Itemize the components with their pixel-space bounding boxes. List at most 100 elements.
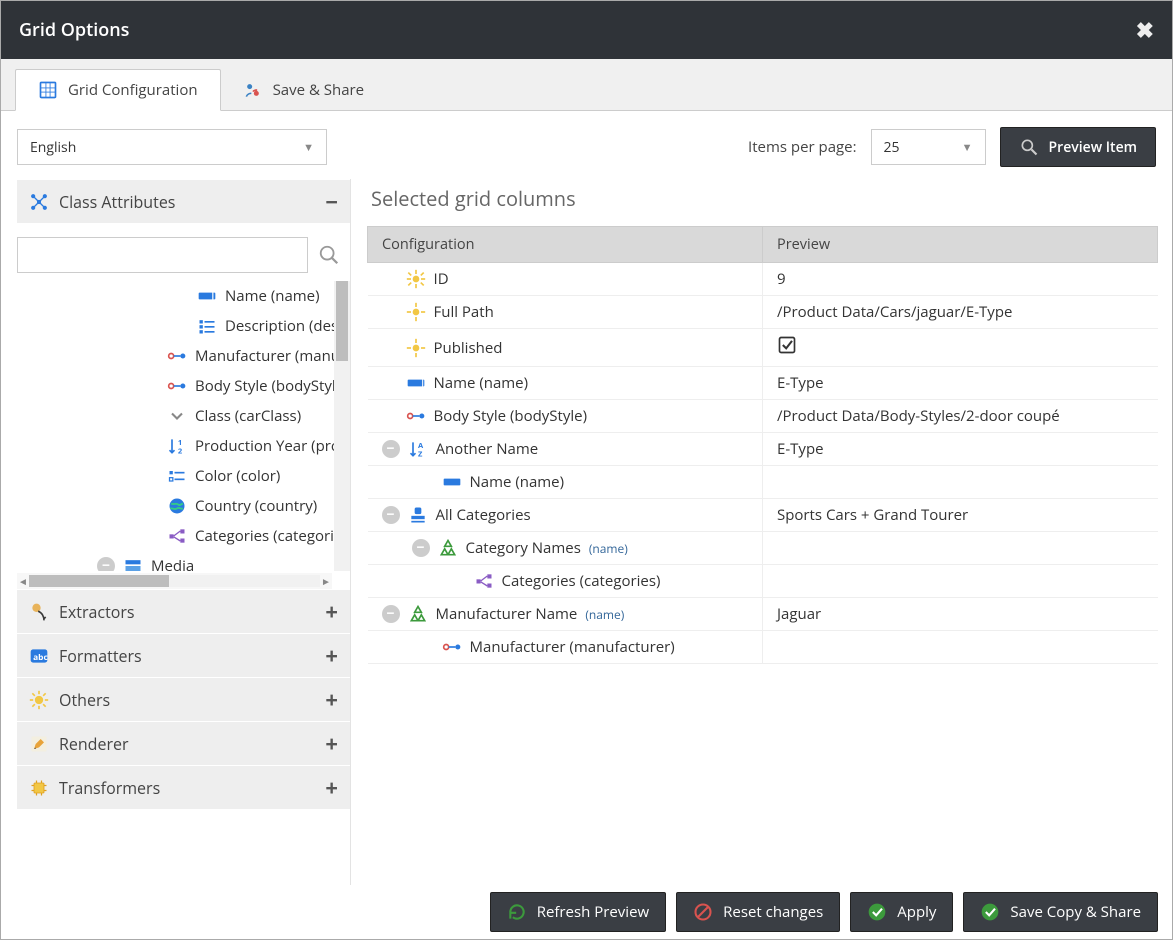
collapse-icon[interactable]: − (382, 605, 400, 623)
tree-vertical-scrollbar[interactable] (334, 281, 350, 571)
apply-button[interactable]: Apply (850, 892, 953, 932)
tree-item-productionyear[interactable]: 12 Production Year (productionYear) (17, 431, 334, 461)
chevron-down-icon: ▼ (962, 140, 973, 155)
tree-item-bodystyle[interactable]: Body Style (bodyStyle) (17, 371, 334, 401)
row-categorynames[interactable]: −Category Names (name) (368, 532, 1158, 565)
row-categories[interactable]: Categories (categories) (368, 565, 1158, 598)
formatter-icon: abc (29, 646, 49, 666)
reset-changes-button[interactable]: Reset changes (676, 892, 840, 932)
tree-item-country[interactable]: Country (country) (17, 491, 334, 521)
button-label: Reset changes (723, 902, 823, 922)
collapse-icon[interactable]: − (382, 440, 400, 458)
col-configuration[interactable]: Configuration (368, 227, 763, 263)
collapse-icon[interactable]: − (97, 557, 115, 571)
items-per-page-label: Items per page: (748, 137, 857, 157)
collapse-icon[interactable]: − (382, 506, 400, 524)
accordion-label: Formatters (59, 645, 142, 667)
gear-icon (406, 269, 426, 289)
svg-text:abc: abc (33, 652, 48, 663)
button-label: Refresh Preview (537, 902, 649, 922)
dialog-footer: Refresh Preview Reset changes Apply Save… (1, 885, 1172, 939)
save-copy-share-button[interactable]: Save Copy & Share (963, 892, 1158, 932)
dialog-window: Grid Options ✖ Grid Configuration Save &… (0, 0, 1173, 940)
forbidden-icon (693, 902, 713, 922)
input-icon (442, 472, 462, 492)
row-namename[interactable]: Name (name) (368, 466, 1158, 499)
accordion-others[interactable]: Others + (17, 677, 350, 721)
items-per-page-select[interactable]: 25 ▼ (871, 129, 986, 165)
share-icon (243, 80, 263, 100)
search-icon (1019, 137, 1039, 157)
globe-icon (167, 496, 187, 516)
accordion-extractors[interactable]: Extractors + (17, 589, 350, 633)
tab-label: Grid Configuration (68, 80, 198, 100)
svg-text:Z: Z (418, 450, 423, 460)
row-manufacturer[interactable]: Manufacturer (manufacturer) (368, 631, 1158, 664)
tree-item-name[interactable]: Name (name) (17, 281, 334, 311)
dialog-header: Grid Options ✖ (1, 1, 1172, 59)
tree-label: Manufacturer (manufacturer) (195, 346, 334, 366)
row-anothername[interactable]: −AZAnother Name E-Type (368, 433, 1158, 466)
row-fullpath[interactable]: Full Path /Product Data/Cars/jaguar/E-Ty… (368, 296, 1158, 329)
plus-icon: + (325, 641, 338, 671)
tree-item-media[interactable]: − Media (17, 551, 334, 571)
dialog-title: Grid Options (19, 18, 129, 42)
selected-columns-title: Selected grid columns (367, 179, 1158, 226)
tree-horizontal-scrollbar[interactable]: ◄► (17, 573, 332, 589)
recycle-icon (438, 538, 458, 558)
tree-item-carclass[interactable]: Class (carClass) (17, 401, 334, 431)
tree-label: Production Year (productionYear) (195, 436, 334, 456)
tree-item-color[interactable]: Color (color) (17, 461, 334, 491)
body-area: Class Attributes − Name (name) Descripti… (1, 179, 1172, 885)
stamp-icon (408, 505, 428, 525)
top-controls: English ▼ Items per page: 25 ▼ Preview I… (1, 111, 1172, 179)
row-manufacturername[interactable]: −Manufacturer Name (name) Jaguar (368, 598, 1158, 631)
accordion-label: Renderer (59, 733, 129, 755)
gear-icon (406, 338, 426, 358)
svg-text:2: 2 (178, 447, 183, 457)
relation-icon (406, 406, 426, 426)
relation-icon (442, 637, 462, 657)
tree-label: Categories (categories) (195, 526, 334, 546)
accordion-renderer[interactable]: Renderer + (17, 721, 350, 765)
row-id[interactable]: ID 9 (368, 263, 1158, 296)
tree-item-description[interactable]: Description (description) (17, 311, 334, 341)
columns-table: Configuration Preview ID 9 Full Path /Pr… (367, 226, 1158, 664)
row-name[interactable]: Name (name) E-Type (368, 367, 1158, 400)
accordion-class-attributes[interactable]: Class Attributes − (17, 179, 350, 223)
row-bodystyle[interactable]: Body Style (bodyStyle) /Product Data/Bod… (368, 400, 1158, 433)
tab-grid-configuration[interactable]: Grid Configuration (15, 69, 221, 111)
top-right-controls: Items per page: 25 ▼ Preview Item (748, 127, 1156, 167)
col-preview[interactable]: Preview (763, 227, 1158, 263)
tab-bar: Grid Configuration Save & Share (1, 59, 1172, 111)
close-icon[interactable]: ✖ (1136, 15, 1154, 45)
check-circle-icon (980, 902, 1000, 922)
chevron-down-icon (167, 406, 187, 426)
nodes-icon (29, 192, 49, 212)
accordion-transformers[interactable]: Transformers + (17, 765, 350, 809)
recycle-icon (408, 604, 428, 624)
plus-icon: + (325, 773, 338, 803)
pencil-icon (29, 734, 49, 754)
refresh-icon (507, 902, 527, 922)
accordion-formatters[interactable]: abc Formatters + (17, 633, 350, 677)
items-per-page-value: 25 (884, 138, 900, 157)
sort-num-icon: 12 (167, 436, 187, 456)
tree-item-categories[interactable]: Categories (categories) (17, 521, 334, 551)
tree-label: Class (carClass) (195, 406, 301, 426)
preview-item-button[interactable]: Preview Item (1000, 127, 1156, 167)
accordion-label: Others (59, 689, 110, 711)
row-allcategories[interactable]: −All Categories Sports Cars + Grand Tour… (368, 499, 1158, 532)
tab-label: Save & Share (273, 80, 365, 100)
tab-save-share[interactable]: Save & Share (221, 69, 387, 110)
chevron-down-icon: ▼ (303, 140, 314, 155)
attribute-search-input[interactable] (17, 237, 308, 273)
search-icon[interactable] (314, 240, 344, 270)
row-published[interactable]: Published (368, 329, 1158, 367)
collapse-icon[interactable]: − (412, 539, 430, 557)
language-select[interactable]: English ▼ (17, 129, 327, 165)
refresh-preview-button[interactable]: Refresh Preview (490, 892, 666, 932)
attribute-tree: Name (name) Description (description) Ma… (17, 281, 350, 571)
tree-item-manufacturer[interactable]: Manufacturer (manufacturer) (17, 341, 334, 371)
tree-label: Country (country) (195, 496, 317, 516)
